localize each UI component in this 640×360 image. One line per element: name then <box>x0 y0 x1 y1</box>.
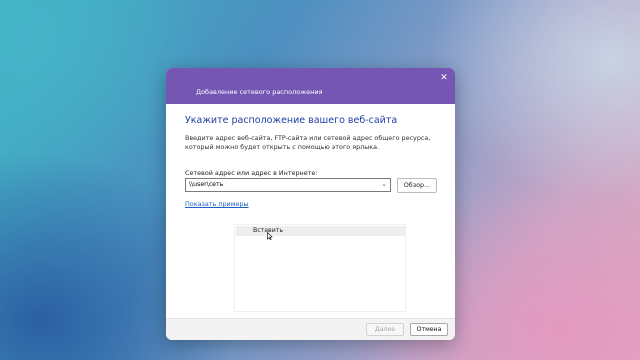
chevron-down-icon[interactable]: ⌄ <box>381 180 387 188</box>
address-input[interactable]: \\user\сеть <box>189 181 223 188</box>
address-field-label: Сетевой адрес или адрес в Интернете: <box>185 169 318 177</box>
page-description: Введите адрес веб-сайта, FTP-сайта или с… <box>185 134 431 151</box>
context-menu-item-paste[interactable]: Вставить <box>236 226 406 236</box>
page-heading: Укажите расположение вашего веб-сайта <box>185 115 398 126</box>
dialog-title: Добавление сетевого расположения <box>196 88 323 96</box>
browse-button[interactable]: Обзор... <box>397 178 437 193</box>
dialog-titlebar: Добавление сетевого расположения ✕ <box>166 68 455 104</box>
context-menu: Вставить <box>234 224 406 312</box>
dialog-footer: Далее Отмена <box>166 318 455 340</box>
address-combobox[interactable]: \\user\сеть ⌄ <box>185 178 391 192</box>
show-examples-link[interactable]: Показать примеры <box>185 200 249 208</box>
add-network-location-dialog: Добавление сетевого расположения ✕ Укажи… <box>166 68 455 340</box>
mouse-cursor-icon <box>267 232 273 240</box>
cancel-button[interactable]: Отмена <box>410 323 448 336</box>
close-icon[interactable]: ✕ <box>437 71 451 85</box>
next-button[interactable]: Далее <box>366 323 404 336</box>
